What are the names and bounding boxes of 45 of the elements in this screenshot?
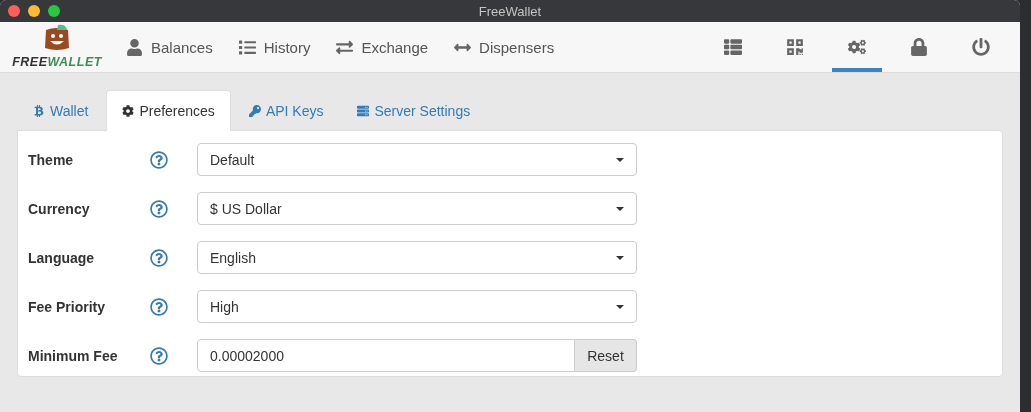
help-icon[interactable] [150, 150, 168, 169]
input-field[interactable]: 0.00002000 [197, 339, 575, 372]
tab[interactable]: Server Settings [341, 90, 487, 131]
logo-text: FREEWALLET [12, 54, 102, 70]
dropdown-field[interactable]: English [197, 241, 637, 274]
nav-link[interactable]: History [238, 38, 311, 56]
server-icon [357, 105, 370, 117]
list-icon [724, 38, 742, 56]
lock-icon [910, 38, 928, 56]
field-label: Currency [28, 200, 91, 217]
field-label: Language [28, 249, 96, 266]
reset-button[interactable]: Reset [575, 339, 637, 372]
help-icon[interactable] [150, 248, 168, 267]
gears-icon [848, 38, 866, 56]
nav-link[interactable]: Exchange [336, 38, 429, 56]
field-label: Theme [28, 151, 75, 168]
bitcoin-icon [33, 105, 45, 117]
help-icon[interactable] [150, 297, 168, 316]
help-icon[interactable] [150, 346, 168, 365]
nav-link[interactable]: Balances [126, 38, 213, 56]
nav-link[interactable]: Dispensers [454, 38, 555, 56]
caret-icon [616, 255, 624, 260]
field-label: Minimum Fee [28, 347, 119, 364]
window-title: FreeWallet [478, 3, 542, 19]
list-icon [238, 38, 256, 56]
settings-icon [122, 105, 135, 117]
tab[interactable]: API Keys [232, 90, 340, 131]
user-icon [126, 38, 143, 56]
caret-icon [616, 157, 624, 162]
tab[interactable]: Preferences [106, 90, 231, 131]
field-label: Fee Priority [28, 298, 107, 315]
dropdown-field[interactable]: Default [197, 143, 637, 176]
caret-icon [616, 304, 624, 309]
dropdown-field[interactable]: $ US Dollar [197, 192, 637, 225]
maximize-button[interactable] [48, 5, 60, 17]
close-button[interactable] [8, 5, 20, 17]
dropdown-field[interactable]: High [197, 290, 637, 323]
minimize-button[interactable] [28, 5, 40, 17]
tab[interactable]: Wallet [17, 90, 105, 131]
qr-code-icon [786, 38, 804, 56]
power-icon [972, 38, 990, 56]
exchange-icon [336, 38, 354, 56]
key-icon [248, 105, 261, 117]
caret-icon [616, 206, 624, 211]
help-icon[interactable] [150, 199, 168, 218]
